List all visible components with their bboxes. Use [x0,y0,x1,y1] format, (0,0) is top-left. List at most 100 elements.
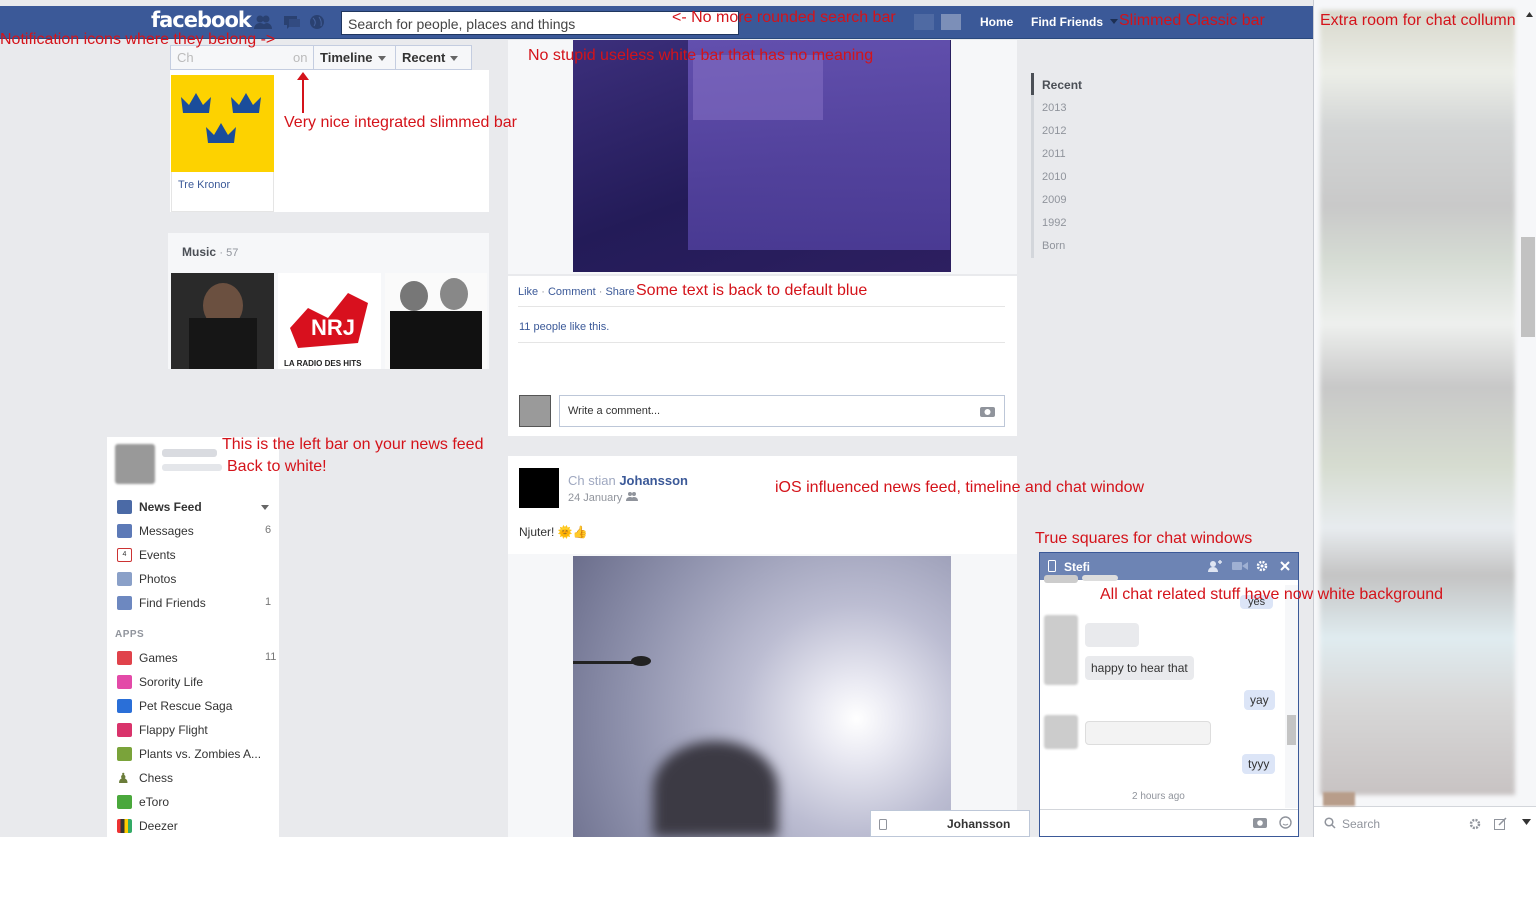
timeline-dropdown[interactable]: Timeline [313,46,395,69]
year-born[interactable]: Born [1042,240,1065,252]
chat-title: Stefi [1064,560,1091,574]
post-2-text: Njuter! 🌞👍 [519,525,588,539]
year-1992[interactable]: 1992 [1042,217,1066,229]
chat-options-gear-icon[interactable] [1469,818,1481,830]
tre-kronor-image[interactable] [171,75,274,172]
chat-search-input[interactable]: Search [1342,817,1380,831]
annotation-arrow-line [302,75,304,113]
year-2012[interactable]: 2012 [1042,125,1066,137]
annotation-leftbar-2: Back to white! [227,458,327,475]
music-artist-1-image[interactable] [171,273,274,369]
comment-input[interactable]: Write a comment... [559,395,1005,427]
post-2-author-avatar[interactable] [519,468,559,508]
post-2: Ch stian Johansson 24 January Njuter! 🌞👍 [508,456,1017,837]
recent-dropdown[interactable]: Recent [395,46,472,69]
find-friends-link[interactable]: Find Friends [1031,15,1103,29]
svg-text:NRJ: NRJ [311,315,355,340]
likes-panel: Tre Kronor [170,70,489,212]
year-2010[interactable]: 2010 [1042,171,1066,183]
notifications-globe-icon[interactable] [308,14,326,30]
chat-tab-name: Johansson [947,817,1011,831]
timeline-search-stub-end[interactable]: on [293,50,307,65]
chat-header[interactable]: Stefi [1040,553,1298,580]
chevron-down-icon [450,56,459,62]
post-2-author-name[interactable]: Ch stian Johansson [568,473,688,488]
pet-rescue-saga-icon [117,699,132,713]
messages-icon[interactable] [283,14,301,30]
facebook-logo[interactable]: facebook [151,8,252,32]
friend-requests-icon[interactable] [254,14,272,30]
annotation-chat-white: All chat related stuff have now white ba… [1100,586,1444,603]
annotation-blue: Some text is back to default blue [636,282,868,299]
close-icon[interactable] [1280,561,1290,571]
comment-placeholder: Write a comment... [568,405,661,417]
chat-msg-blurred [1085,623,1139,647]
comment-link[interactable]: Comment [548,286,596,298]
profile-thumb-icon[interactable] [914,14,934,30]
post-2-date[interactable]: 24 January [568,491,638,504]
likes-count[interactable]: 11 people like this. [519,321,609,333]
year-2013[interactable]: 2013 [1042,102,1066,114]
chevron-down-icon [377,56,386,62]
share-link[interactable]: Share [605,286,634,298]
camera-icon[interactable] [980,405,995,417]
edit-profile-blurred[interactable] [162,464,222,471]
music-title: Music · 57 [182,245,238,259]
nrj-logo-icon: NRJ [290,293,368,348]
year-2009[interactable]: 2009 [1042,194,1066,206]
page-like-name[interactable]: Tre Kronor [178,179,230,191]
annotation-squares: True squares for chat windows [1035,530,1253,547]
annotation-slimmed: Slimmed Classic bar [1119,12,1265,29]
year-recent[interactable]: Recent [1042,78,1082,92]
like-link[interactable]: Like [518,286,538,298]
settings-caret-icon[interactable] [1110,19,1118,24]
user-avatar[interactable] [115,444,155,484]
years-rail-active [1031,73,1034,95]
music-label: Music [182,245,217,259]
nrj-caption: LA RADIO DES HITS [284,359,362,368]
annotation-extra-room: Extra room for chat collumn [1320,12,1516,29]
timeline-search-stub[interactable]: Ch [177,50,194,65]
home-link[interactable]: Home [980,15,1013,29]
gear-icon[interactable] [1256,560,1268,572]
annotation-integrated: Very nice integrated slimmed bar [284,114,517,131]
sorority-life-icon [117,675,132,689]
post-2-photo[interactable] [573,556,951,837]
chat-sidebar: Search [1313,0,1536,837]
chevron-down-icon[interactable] [1522,819,1531,825]
chat-contact-avatar-blurred[interactable] [1323,792,1355,806]
emoticon-icon[interactable] [1279,816,1292,829]
add-friend-to-chat-icon[interactable] [1208,560,1222,572]
chat-scroll-thumb[interactable] [1287,715,1296,745]
chat-msg-tyyy: tyyy [1242,754,1276,774]
annotation-notif: Notification icons where they belong -> [0,31,276,48]
chess-pawn-icon: ♟ [117,770,130,786]
chat-tab-johansson[interactable]: Johansson [870,810,1030,837]
music-artist-3-image[interactable] [385,273,487,369]
chat-sender-avatar-blurred [1044,715,1078,749]
mobile-phone-icon [1048,560,1056,572]
news-feed-caret-icon[interactable] [261,505,269,510]
chat-contacts-blurred[interactable] [1320,10,1515,795]
friends-audience-icon[interactable] [625,491,638,501]
profile-name-pill[interactable] [941,14,961,30]
new-message-icon[interactable] [1494,817,1507,830]
events-calendar-icon: 4 [117,548,132,562]
crown-emblem-icon [181,93,261,143]
user-name-blurred[interactable] [162,449,217,457]
post-1-photo[interactable] [573,40,951,272]
chevron-up-icon[interactable] [1526,12,1533,17]
camera-icon[interactable] [1253,817,1267,828]
deezer-icon [117,819,132,833]
author-surname: Johansson [619,473,688,488]
chat-scrollbar[interactable] [1285,585,1298,808]
chat-sidebar-scroll-thumb[interactable] [1521,237,1535,337]
nrj-logo-image[interactable]: NRJ LA RADIO DES HITS [278,273,381,369]
year-2011[interactable]: 2011 [1042,148,1066,160]
timeline-label: Timeline [320,50,373,65]
etoro-icon [117,795,132,809]
post-date: 24 January [568,492,623,504]
news-feed-icon [117,500,132,514]
annotation-leftbar-1: This is the left bar on your news feed [222,436,484,453]
video-call-icon[interactable] [1232,561,1248,571]
